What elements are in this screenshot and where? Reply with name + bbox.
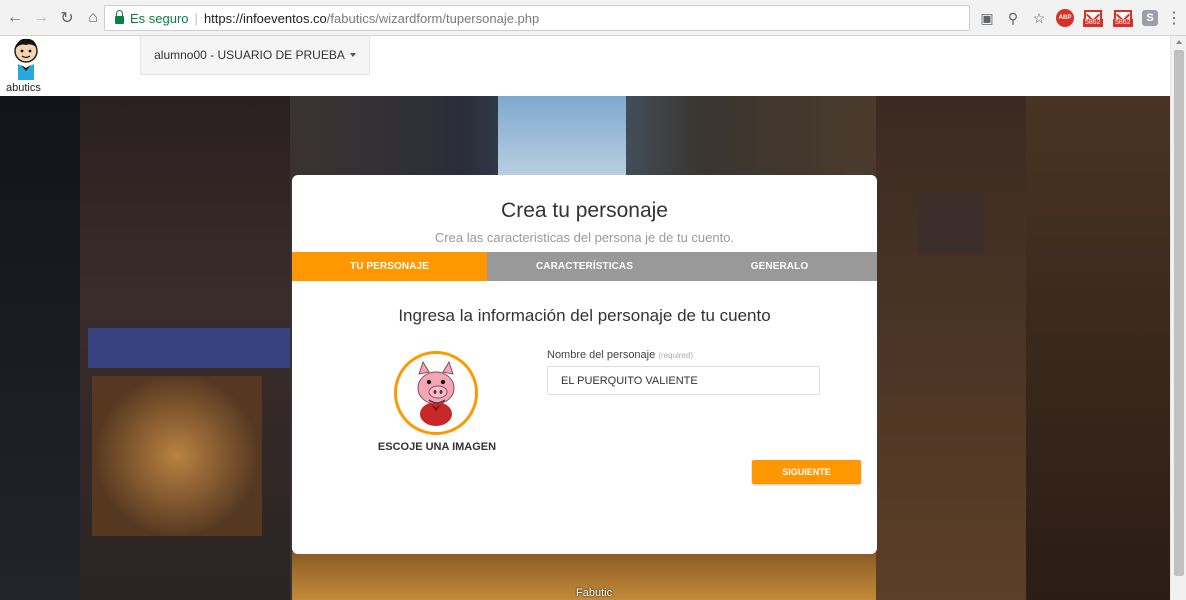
tab-caracteristicas[interactable]: CARACTERÍSTICAS <box>487 252 682 281</box>
gmail-count-badge-2: 5862 <box>1113 19 1133 27</box>
name-field-label-text: Nombre del personaje <box>547 349 656 361</box>
adblock-icon[interactable]: ABP <box>1056 9 1074 27</box>
background-gallery-sign <box>918 192 984 254</box>
site-settings-icon[interactable]: ▣ <box>978 10 996 27</box>
user-menu[interactable]: alumno00 - USUARIO DE PRUEBA <box>140 36 370 75</box>
reload-icon[interactable]: ↻ <box>56 7 78 29</box>
browser-extensions: ▣ ⚲ ☆ ABP 5862 5862 S ⋮ <box>978 6 1182 30</box>
pig-character-icon <box>397 354 475 432</box>
background-shop-sign <box>88 328 290 368</box>
wizard-title: Crea tu personaje <box>501 199 668 222</box>
background-building-left <box>0 96 80 600</box>
footer-brand: Fabutic <box>576 587 613 599</box>
forward-arrow-icon[interactable]: → <box>30 7 52 29</box>
background-shop-window <box>92 376 262 536</box>
secure-label: Es seguro <box>130 10 189 26</box>
zoom-icon[interactable]: ⚲ <box>1004 10 1022 27</box>
background-building-far-right <box>1026 96 1170 600</box>
page-scrollbar[interactable] <box>1170 36 1186 600</box>
browser-toolbar: ← → ↻ ⌂ Es seguro | https://infoeventos.… <box>0 0 1186 36</box>
skype-icon[interactable]: S <box>1142 10 1158 26</box>
name-field-label: Nombre del personaje (required) <box>547 349 693 361</box>
wizard-subtitle: Crea las caracteristicas del persona je … <box>434 230 735 245</box>
url-host: https://infoeventos.co <box>203 10 327 26</box>
address-bar[interactable]: Es seguro | https://infoeventos.co/fabut… <box>104 5 970 31</box>
logo-text: abutics <box>6 82 41 94</box>
address-separator: | <box>194 10 198 26</box>
scroll-up-arrow-icon[interactable] <box>1176 40 1182 44</box>
next-button[interactable]: SIGUIENTE <box>752 460 861 484</box>
gmail-icon-2[interactable]: 5862 <box>1112 9 1134 27</box>
boy-mascot-icon <box>14 38 38 80</box>
gmail-icon[interactable]: 5862 <box>1082 9 1104 27</box>
background-sky <box>498 96 626 176</box>
section-title: Ingresa la información del personaje de … <box>398 306 771 325</box>
back-arrow-icon[interactable]: ← <box>4 7 26 29</box>
caret-down-icon <box>349 53 356 57</box>
url-path: /fabutics/wizardform/tupersonaje.php <box>326 10 540 26</box>
site-header: abutics alumno00 - USUARIO DE PRUEBA <box>0 36 1170 96</box>
character-avatar[interactable] <box>394 351 478 435</box>
choose-image-label[interactable]: ESCOJE UNA IMAGEN <box>352 441 522 453</box>
tab-tu-personaje[interactable]: TU PERSONAJE <box>292 252 487 281</box>
bookmark-star-icon[interactable]: ☆ <box>1030 10 1048 27</box>
wizard-card: Crea tu personaje Crea las caracteristic… <box>292 175 877 554</box>
background-building-right <box>876 96 1026 600</box>
browser-menu-icon[interactable]: ⋮ <box>1166 8 1182 28</box>
home-icon[interactable]: ⌂ <box>82 7 104 29</box>
tab-generalo[interactable]: GENERALO <box>682 252 877 281</box>
character-name-input[interactable] <box>547 366 820 395</box>
required-hint: (required) <box>658 351 693 360</box>
user-menu-label: alumno00 - USUARIO DE PRUEBA <box>154 48 345 62</box>
wizard-tabs: TU PERSONAJE CARACTERÍSTICAS GENERALO <box>292 252 877 281</box>
scroll-thumb[interactable] <box>1174 50 1184 576</box>
lock-icon <box>115 10 124 24</box>
gmail-count-badge: 5862 <box>1083 19 1103 27</box>
